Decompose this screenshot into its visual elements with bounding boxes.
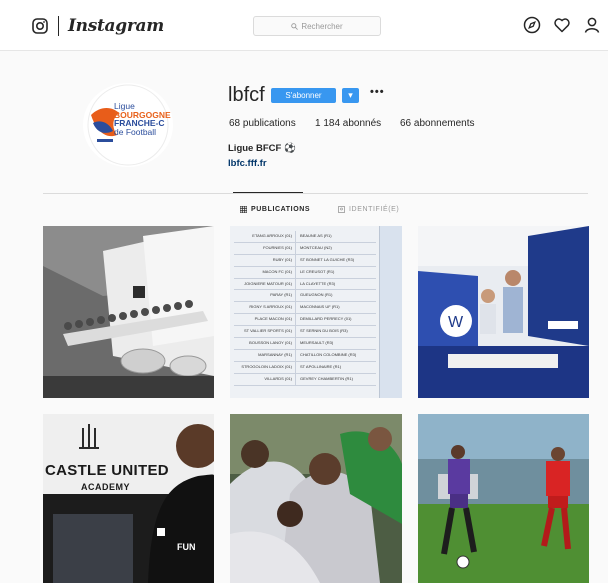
search-placeholder: Rechercher <box>301 21 343 31</box>
heart-icon[interactable] <box>553 16 571 34</box>
table-row: JOIGNIERE MATOUR (01) LA CLAYETTE (R3) <box>234 278 376 291</box>
post-tile-team-celebration[interactable] <box>230 414 402 583</box>
post-tile-academy-player[interactable]: CASTLE UNITED ACADEMY FUN <box>43 414 214 583</box>
tab-publications-label: PUBLICATIONS <box>251 206 311 213</box>
table-row: VILLARDS (01) GEVREY CHAMBERTIN (R1) <box>234 373 376 386</box>
tab-publications[interactable]: PUBLICATIONS <box>240 206 310 213</box>
table-row: PLACE MACON (01) DEMILLARD PERRECY (01) <box>234 314 376 327</box>
table-row: MARSANNAY (R1) CHATILLON COLOMBINE (R3) <box>234 349 376 362</box>
table-row: FOURNIES (01) MONTCEAU (N2) <box>234 242 376 255</box>
table-row: MACON FC (01) LE CREUSOT (R1) <box>234 266 376 279</box>
table-row: ETANG ARROUX (01) BEAUNE AS (R1) <box>234 231 376 243</box>
fixtures-table: ETANG ARROUX (01) BEAUNE AS (R1) FOURNIES… <box>234 231 376 386</box>
post-tile-match-action[interactable] <box>418 414 589 583</box>
profile-person-icon[interactable] <box>583 16 601 34</box>
post-tile-press-conference[interactable]: W <box>418 226 589 398</box>
tab-tagged-label: IDENTIFIÉ(E) <box>349 206 400 213</box>
shirt-sponsor-text: FUN <box>177 542 196 552</box>
posts-count: 68 publications <box>229 118 296 129</box>
following-count[interactable]: 66 abonnements <box>400 118 475 129</box>
active-tab-indicator <box>233 192 303 193</box>
table-row: PARAY (R1) GUEUGNON (R1) <box>234 290 376 303</box>
table-row: BOUSSON LANOY (01) MEURSAULT (R3) <box>234 338 376 350</box>
table-row: STROGOLOIN LADOIX (01) ST APOLLINAIRE (R1… <box>234 361 376 374</box>
followers-count[interactable]: 1 184 abonnés <box>315 118 381 129</box>
post-tile-fixtures-table[interactable]: ETANG ARROUX (01) BEAUNE AS (R1) FOURNIES… <box>230 226 402 398</box>
academy-banner-subtext: ACADEMY <box>81 482 131 492</box>
follow-button[interactable]: S'abonner <box>271 88 336 103</box>
top-navigation-bar: Instagram Rechercher <box>0 0 608 51</box>
profile-avatar[interactable]: Ligue BOURGOGNE FRANCHE-C de Football <box>83 83 173 167</box>
instagram-wordmark[interactable]: Instagram <box>68 16 164 36</box>
explore-compass-icon[interactable] <box>523 16 541 34</box>
logo-line-4: de Football <box>114 126 157 137</box>
profile-username: lbfcf <box>228 84 265 106</box>
full-name-text: Ligue BFCF <box>228 143 282 154</box>
profile-full-name: Ligue BFCF ⚽ <box>228 143 296 154</box>
search-input[interactable]: Rechercher <box>253 16 381 36</box>
brand[interactable]: Instagram <box>32 14 164 38</box>
league-logo-text: Ligue BOURGOGNE FRANCHE-C de Football <box>114 102 173 136</box>
tabs-divider <box>43 193 588 194</box>
profile-website-link[interactable]: lbfc.fff.fr <box>228 158 267 169</box>
soccer-ball-icon: ⚽ <box>283 143 296 154</box>
academy-player-image <box>43 414 214 583</box>
grid-icon <box>240 206 247 213</box>
press-conference-image: W <box>418 226 589 398</box>
table-row: ST VALLIER SPORTS (01) ST SERNIN DU BOIS … <box>234 326 376 339</box>
post-tile-draw-stage[interactable] <box>43 226 214 398</box>
table-row: RUBY (01) ST BONNET LA GUICHE (R3) <box>234 254 376 267</box>
tag-icon <box>338 206 345 213</box>
tab-tagged[interactable]: IDENTIFIÉ(E) <box>338 206 399 213</box>
suggestions-dropdown-button[interactable]: ▾ <box>342 88 359 103</box>
svg-text:W: W <box>448 314 464 331</box>
search-icon <box>291 22 299 30</box>
instagram-camera-icon[interactable] <box>32 18 48 34</box>
match-action-image <box>418 414 589 583</box>
draw-stage-image <box>43 226 214 398</box>
academy-banner-text: CASTLE UNITED <box>45 462 169 479</box>
brand-divider <box>58 16 59 36</box>
options-icon[interactable]: ••• <box>370 86 385 98</box>
table-side-panel <box>379 226 402 398</box>
team-celebration-image <box>230 414 402 583</box>
table-row: RIGNY S ARROUX (01) MACONNAIS UF (R1) <box>234 302 376 315</box>
